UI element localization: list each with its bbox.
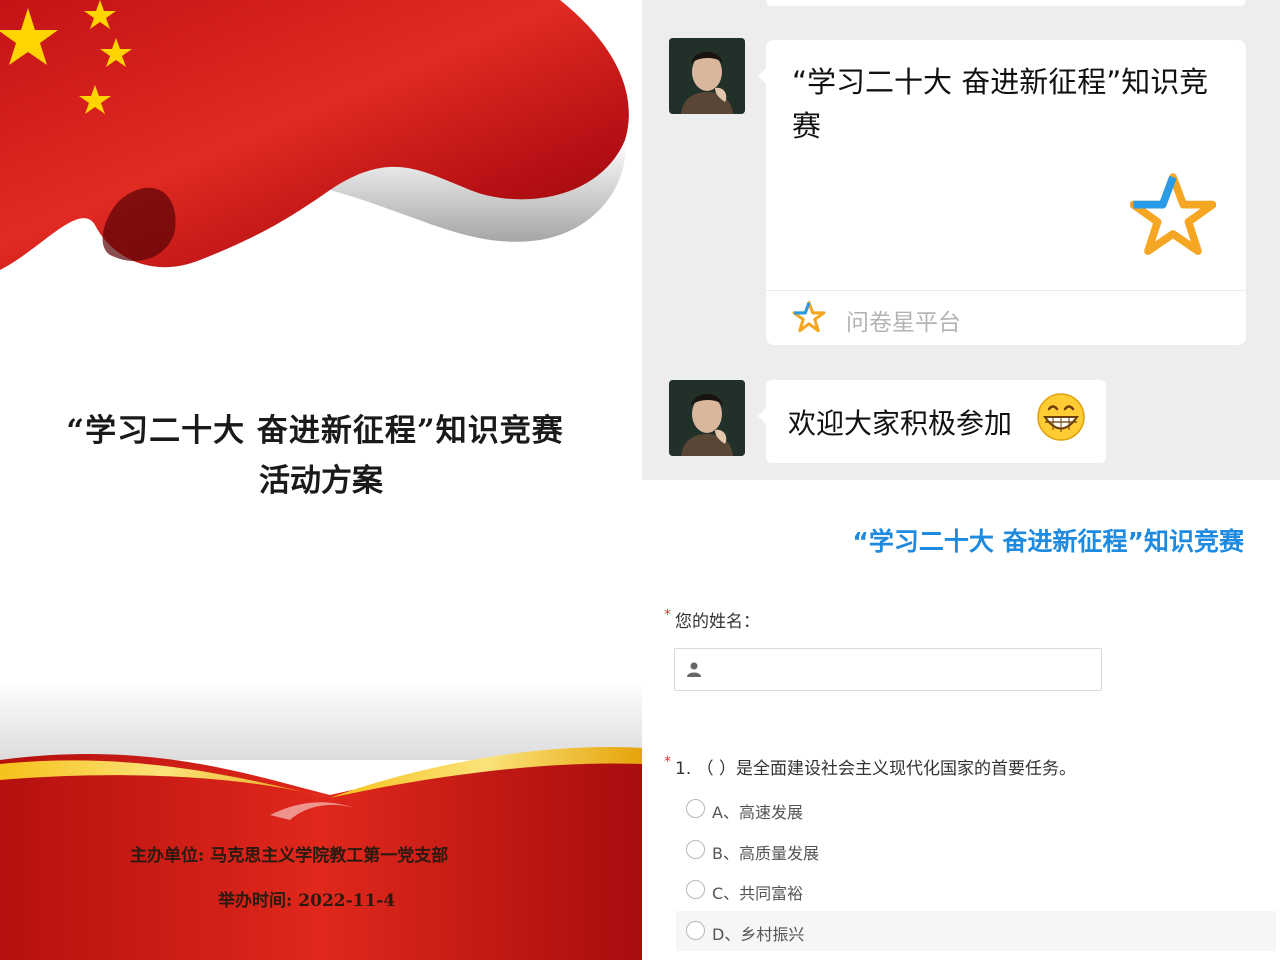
chat-window: “学习二十大 奋进新征程”知识竞赛 问卷星平台 欢迎大家积极参加: [642, 0, 1280, 480]
survey-form: “学习二十大 奋进新征程”知识竞赛 * 您的姓名： * 1. （ ）是全面建设社会主…: [642, 480, 1280, 960]
user-icon: [687, 662, 701, 677]
bubble-tail: [758, 68, 766, 84]
form-title: “学习二十大 奋进新征程”知识竞赛: [852, 527, 1244, 556]
date-label: 举办时间:: [218, 891, 293, 911]
option-a[interactable]: A、高速发展: [676, 789, 1276, 829]
ribbon-decoration: [0, 680, 642, 960]
card-footer: 问卷星平台: [766, 290, 1246, 345]
option-b[interactable]: B、高质量发展: [676, 830, 1276, 870]
question-1-text: 1. （ ）是全面建设社会主义现代化国家的首要任务。: [675, 759, 1077, 779]
card-title: “学习二十大 奋进新征程”知识竞赛: [792, 65, 1209, 143]
shared-survey-card[interactable]: “学习二十大 奋进新征程”知识竞赛 问卷星平台: [758, 40, 1246, 345]
required-mark: *: [664, 754, 671, 770]
card-source: 问卷星平台: [846, 310, 961, 336]
avatar[interactable]: [669, 380, 745, 456]
avatar[interactable]: [669, 38, 745, 114]
organizer-label: 主办单位:: [130, 846, 205, 866]
previous-message-edge: [766, 0, 1246, 6]
cover-title-line2: 活动方案: [259, 463, 383, 499]
radio-button[interactable]: [686, 921, 705, 940]
bubble-tail: [758, 408, 766, 424]
option-d-label: D、乡村振兴: [712, 925, 805, 944]
name-question-label: * 您的姓名：: [664, 607, 760, 632]
person-avatar-icon: [669, 380, 745, 456]
star-logo-icon: [1130, 173, 1216, 255]
radio-button[interactable]: [686, 880, 705, 899]
option-b-label: B、高质量发展: [712, 844, 819, 863]
option-c[interactable]: C、共同富裕: [676, 870, 1276, 910]
star-small-icon: [792, 301, 826, 333]
date-line: 举办时间: 2022-11-4: [218, 886, 395, 911]
grinning-face-emoji-icon: [1037, 393, 1085, 441]
document-cover: “学习二十大 奋进新征程”知识竞赛 活动方案 主办单位: 马克思主义学院教工第一…: [0, 0, 642, 960]
message-bubble[interactable]: 欢迎大家积极参加: [758, 380, 1106, 463]
question-1-label: * 1. （ ）是全面建设社会主义现代化国家的首要任务。: [664, 754, 1076, 779]
name-label-text: 您的姓名：: [675, 612, 760, 632]
organizer-value: 马克思主义学院教工第一党支部: [210, 846, 449, 866]
option-c-label: C、共同富裕: [712, 884, 804, 903]
name-input[interactable]: [674, 648, 1102, 691]
message-text: 欢迎大家积极参加: [788, 407, 1013, 440]
radio-button[interactable]: [686, 840, 705, 859]
organizer-line: 主办单位: 马克思主义学院教工第一党支部: [130, 841, 448, 866]
date-value: 2022-11-4: [298, 891, 396, 911]
option-d[interactable]: D、乡村振兴: [676, 911, 1276, 951]
option-a-label: A、高速发展: [712, 803, 803, 822]
person-avatar-icon: [669, 38, 745, 114]
cover-title-line1: “学习二十大 奋进新征程”知识竞赛: [66, 413, 564, 449]
required-mark: *: [664, 607, 671, 623]
radio-button[interactable]: [686, 799, 705, 818]
flag-icon: [0, 0, 629, 270]
